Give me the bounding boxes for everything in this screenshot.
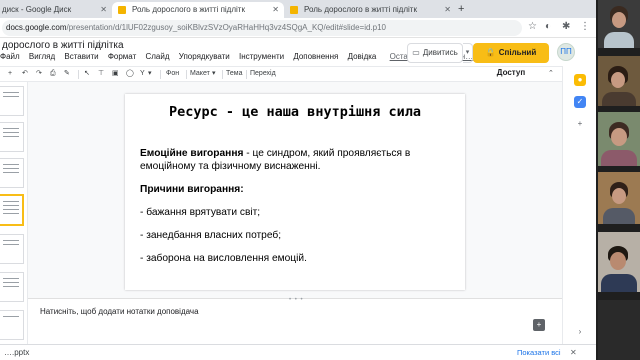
menu-icon[interactable]: ⋮	[580, 21, 590, 32]
url-input[interactable]: docs.google.com/presentation/d/1lUF02zgu…	[2, 20, 522, 36]
image-icon[interactable]: ▣	[112, 67, 119, 81]
slide-filmstrip	[0, 82, 28, 344]
speaker-notes[interactable]: Натисніть, щоб додати нотатки доповідача	[28, 301, 562, 344]
present-label: Дивитись	[422, 48, 458, 57]
slide-thumbnail[interactable]	[0, 158, 24, 188]
participant-video	[598, 0, 640, 48]
keep-icon[interactable]: ●	[574, 74, 586, 86]
present-icon: ▭	[412, 48, 420, 57]
text-box-icon[interactable]: ⊤	[98, 67, 104, 81]
menu-addons[interactable]: Доповнення	[293, 52, 338, 61]
chevron-down-icon[interactable]: ▾	[148, 67, 152, 81]
theme-button[interactable]: Тема	[226, 67, 242, 81]
star-icon[interactable]: ☆	[95, 39, 104, 50]
select-icon[interactable]: ↖	[84, 67, 90, 81]
slides-icon	[290, 6, 298, 14]
download-item[interactable]: ….pptx	[4, 345, 29, 360]
browser-tab-active[interactable]: Роль дорослого в житті підлітк ✕	[112, 2, 284, 18]
avatar[interactable]: ПП	[557, 43, 575, 61]
participant-video	[598, 300, 640, 360]
url-path: /presentation/d/1lUF02zgusoy_soiKBlvzSVz…	[66, 23, 386, 32]
slide-canvas: Ресурс - це наша внутрішня сила Емоційне…	[28, 82, 562, 298]
close-icon[interactable]: ✕	[272, 2, 279, 18]
share-button[interactable]: 🔒 Спільний Доступ	[473, 43, 549, 77]
participant-video	[598, 112, 640, 166]
chevron-down-icon[interactable]: ▾	[463, 43, 473, 63]
menu-slide[interactable]: Слайд	[145, 52, 169, 61]
slide-body-definition[interactable]: Емоційне вигорання - це синдром, який пр…	[140, 147, 460, 160]
extension-icon[interactable]: ◐	[545, 21, 551, 32]
cause-item[interactable]: - заборона на висловлення емоцій.	[140, 252, 460, 265]
side-panel: ● ✓ + ›	[562, 66, 596, 360]
close-icon[interactable]: ✕	[570, 345, 577, 360]
new-tab-button[interactable]: +	[458, 2, 464, 16]
menu-bar: Файл Вигляд Вставити Формат Слайд Упоряд…	[0, 52, 473, 64]
browser-tab[interactable]: диск - Google Диск ✕	[0, 2, 112, 18]
chevron-up-icon[interactable]: ⌃	[548, 67, 554, 81]
layout-button[interactable]: Макет	[190, 67, 210, 81]
participant-video	[598, 232, 640, 292]
slide-thumbnail[interactable]	[0, 272, 24, 302]
slide-body-definition-line2[interactable]: емоційному та фізичному виснаженні.	[140, 160, 460, 173]
menu-view[interactable]: Вигляд	[29, 52, 55, 61]
download-bar: ….pptx Показати всі ✕	[0, 344, 596, 360]
slide-thumbnail-selected[interactable]	[0, 194, 24, 226]
add-slide-icon[interactable]: +	[8, 67, 12, 81]
chevron-right-icon[interactable]: ›	[574, 326, 586, 338]
redo-icon[interactable]: ↷	[36, 67, 42, 81]
puzzle-icon[interactable]: ✱	[562, 21, 570, 32]
shape-icon[interactable]: ◯	[126, 67, 134, 81]
tasks-icon[interactable]: ✓	[574, 96, 586, 108]
menu-insert[interactable]: Вставити	[64, 52, 98, 61]
menu-help[interactable]: Довідка	[348, 52, 377, 61]
address-bar: docs.google.com/presentation/d/1lUF02zgu…	[0, 18, 596, 38]
text-tool[interactable]: Y	[140, 67, 145, 81]
definition-text: - це синдром, який проявляється в	[243, 148, 411, 159]
url-host: docs.google.com	[6, 23, 67, 32]
menu-tools[interactable]: Інструменти	[239, 52, 284, 61]
paint-format-icon[interactable]: ✎	[64, 67, 70, 81]
menu-file[interactable]: Файл	[0, 52, 20, 61]
close-icon[interactable]: ✕	[100, 2, 107, 18]
causes-heading[interactable]: Причини вигорання:	[140, 183, 460, 196]
star-icon[interactable]: ☆	[528, 21, 537, 32]
cause-item[interactable]: - занедбання власних потреб;	[140, 229, 460, 242]
menu-arrange[interactable]: Упорядкувати	[179, 52, 230, 61]
lock-icon: 🔒	[485, 48, 496, 57]
cause-item[interactable]: - бажання врятувати світ;	[140, 206, 460, 219]
slide-thumbnail[interactable]	[0, 122, 24, 152]
docs-header: дорослого в житті підлітка ☆ Файл Вигляд…	[0, 38, 596, 77]
background-button[interactable]: Фон	[166, 67, 179, 81]
browser-tab[interactable]: Роль дорослого в житті підлітк ✕	[284, 2, 456, 18]
slides-icon	[118, 6, 126, 14]
undo-icon[interactable]: ↶	[22, 67, 28, 81]
close-icon[interactable]: ✕	[444, 2, 451, 18]
browser-tab-bar: диск - Google Диск ✕ Роль дорослого в жи…	[0, 0, 596, 18]
menu-format[interactable]: Формат	[108, 52, 136, 61]
document-title[interactable]: дорослого в житті підлітка	[2, 40, 124, 51]
slide-thumbnail[interactable]	[0, 234, 24, 264]
tab-title: Роль дорослого в житті підлітк	[304, 5, 417, 14]
toolbar: + ↶ ↷ ⎙ ✎ ↖ ⊤ ▣ ◯ Y ▾ Фон Макет ▾ Тема П…	[0, 66, 562, 82]
term-bold: Емоційне вигорання	[140, 148, 244, 159]
tab-title: диск - Google Диск	[2, 5, 72, 14]
slide[interactable]: Ресурс - це наша внутрішня сила Емоційне…	[125, 94, 465, 290]
transition-button[interactable]: Перехід	[250, 67, 276, 81]
participant-video	[598, 56, 640, 106]
speaker-notes-placeholder[interactable]: Натисніть, щоб додати нотатки доповідача	[40, 307, 199, 316]
video-call-strip	[596, 0, 640, 360]
chevron-down-icon[interactable]: ▾	[212, 67, 216, 81]
print-icon[interactable]: ⎙	[50, 67, 56, 81]
slide-thumbnail[interactable]	[0, 86, 24, 116]
tab-title: Роль дорослого в житті підлітк	[132, 5, 245, 14]
add-icon[interactable]: +	[574, 118, 586, 130]
participant-video	[598, 172, 640, 224]
comment-icon[interactable]: +	[533, 319, 545, 331]
show-all-button[interactable]: Показати всі	[513, 347, 565, 359]
present-button[interactable]: ▭ Дивитись	[407, 43, 463, 63]
slide-title[interactable]: Ресурс - це наша внутрішня сила	[125, 104, 465, 120]
slide-thumbnail[interactable]	[0, 310, 24, 340]
